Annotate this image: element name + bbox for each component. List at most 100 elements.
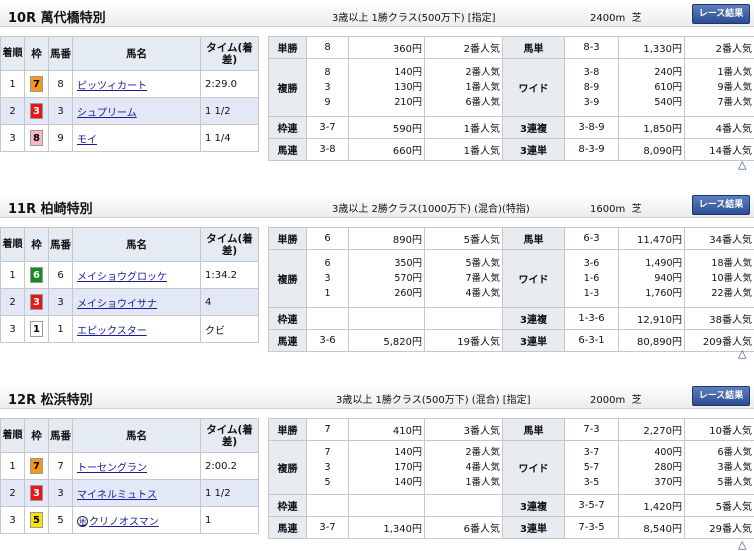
label-bracket: 枠連 — [269, 117, 307, 139]
trifecta-payout: 8,540円 — [619, 517, 685, 539]
result-row: 233マイネルミュトス1 1/2 — [1, 480, 259, 507]
label-trifecta: 3連単 — [503, 517, 565, 539]
wide-combos: 3-8 8-9 3-9 — [565, 59, 619, 117]
gate-badge: 7 — [30, 458, 43, 474]
uma-cell: 1 — [49, 316, 73, 343]
bracket-combo — [307, 308, 349, 330]
horse-name-link[interactable]: メイショウイサナ — [77, 299, 157, 310]
payout-row-bracket-trio: 枠連 3-7 590円 1番人気 3連複 3-8-9 1,850円 4番人気 — [269, 117, 754, 139]
race-title: 10R 萬代橋特別 — [8, 7, 106, 26]
wide-combos: 3-6 1-6 1-3 — [565, 250, 619, 308]
quinella-popularity: 1番人気 — [425, 139, 503, 161]
quinella-combo: 3-6 — [307, 330, 349, 352]
exacta-combo: 6-3 — [565, 228, 619, 250]
wide-popularity: 6番人気 3番人気 5番人気 — [685, 441, 754, 495]
place-payouts: 140円 170円 140円 — [349, 441, 425, 495]
quinella-combo: 3-8 — [307, 139, 349, 161]
win-payout: 360円 — [349, 37, 425, 59]
label-win: 単勝 — [269, 37, 307, 59]
label-exacta: 馬単 — [503, 228, 565, 250]
rank-cell: 3 — [1, 316, 25, 343]
horse-name-link[interactable]: エピックスター — [77, 326, 147, 337]
quinella-payout: 660円 — [349, 139, 425, 161]
uma-cell: 6 — [49, 262, 73, 289]
horse-name-link[interactable]: マイネルミュトス — [77, 490, 157, 501]
horse-name-link[interactable]: トーセングラン — [77, 463, 147, 474]
result-row: 389モイ1 1/4 — [1, 125, 259, 152]
time-cell: 1:34.2 — [201, 262, 259, 289]
uma-cell: 3 — [49, 480, 73, 507]
label-place: 複勝 — [269, 441, 307, 495]
horse-name-cell: メイショウグロッケ — [73, 262, 201, 289]
payout-row-win-exacta: 単勝 8 360円 2番人気 馬単 8-3 1,330円 2番人気 — [269, 37, 754, 59]
race-title: 11R 柏崎特別 — [8, 198, 93, 217]
horse-name-link[interactable]: シュプリーム — [77, 108, 137, 119]
horse-name-link[interactable]: クリノオスマン — [89, 517, 159, 528]
trio-payout: 12,910円 — [619, 308, 685, 330]
place-popularity: 2番人気 4番人気 1番人気 — [425, 441, 503, 495]
place-popularity: 5番人気 7番人気 4番人気 — [425, 250, 503, 308]
label-trio: 3連複 — [503, 117, 565, 139]
wide-payouts: 1,490円 940円 1,760円 — [619, 250, 685, 308]
exacta-payout: 11,470円 — [619, 228, 685, 250]
race-results-button[interactable]: レース結果 — [692, 195, 750, 215]
label-win: 単勝 — [269, 419, 307, 441]
time-cell: 2:00.2 — [201, 453, 259, 480]
race-title: 12R 松浜特別 — [8, 389, 93, 408]
label-win: 単勝 — [269, 228, 307, 250]
header-chaku: 着順 — [1, 37, 25, 71]
exacta-popularity: 34番人気 — [685, 228, 754, 250]
gate-badge: 1 — [30, 321, 43, 337]
place-popularity: 2番人気 1番人気 6番人気 — [425, 59, 503, 117]
trifecta-payout: 80,890円 — [619, 330, 685, 352]
label-wide: ワイド — [503, 441, 565, 495]
result-header-row: 着順 枠 馬番 馬名 タイム(着差) — [1, 37, 259, 71]
gate-badge: 3 — [30, 294, 43, 310]
page-top-icon[interactable]: △ — [738, 538, 746, 551]
horse-name-cell: ピッツィカート — [73, 71, 201, 98]
page-top-icon[interactable]: △ — [738, 347, 746, 360]
place-combos: 6 3 1 — [307, 250, 349, 308]
bracket-popularity: 1番人気 — [425, 117, 503, 139]
result-row: 166メイショウグロッケ1:34.2 — [1, 262, 259, 289]
waku-cell: 5 — [25, 507, 49, 534]
horse-name-cell: 地クリノオスマン — [73, 507, 201, 534]
place-payouts: 140円 130円 210円 — [349, 59, 425, 117]
local-horse-icon: 地 — [77, 516, 88, 527]
rank-cell: 1 — [1, 453, 25, 480]
race-results-button[interactable]: レース結果 — [692, 4, 750, 24]
win-popularity: 5番人気 — [425, 228, 503, 250]
payout-table: 単勝 6 890円 5番人気 馬単 6-3 11,470円 34番人気 複勝 6… — [268, 227, 754, 352]
result-row: 233メイショウイサナ4 — [1, 289, 259, 316]
result-row: 233シュプリーム1 1/2 — [1, 98, 259, 125]
quinella-payout: 1,340円 — [349, 517, 425, 539]
race-distance: 2000m 芝 — [590, 391, 642, 406]
waku-cell: 3 — [25, 480, 49, 507]
gate-badge: 3 — [30, 485, 43, 501]
payout-row-bracket-trio: 枠連 3連複 3-5-7 1,420円 5番人気 — [269, 495, 754, 517]
wide-combos: 3-7 5-7 3-5 — [565, 441, 619, 495]
horse-name-link[interactable]: メイショウグロッケ — [77, 272, 167, 283]
gate-badge: 8 — [30, 130, 43, 146]
waku-cell: 8 — [25, 125, 49, 152]
rank-cell: 2 — [1, 289, 25, 316]
horse-name-link[interactable]: ピッツィカート — [77, 81, 147, 92]
horse-name-cell: エピックスター — [73, 316, 201, 343]
race-distance: 2400m 芝 — [590, 9, 642, 24]
page-top-icon[interactable]: △ — [738, 158, 746, 171]
trifecta-popularity: 29番人気 — [685, 517, 754, 539]
trio-payout: 1,850円 — [619, 117, 685, 139]
race-condition: 3歳以上 2勝クラス(1000万下) (混合)(特指) — [332, 200, 530, 215]
horse-name-link[interactable]: モイ — [77, 135, 97, 146]
race-results-button[interactable]: レース結果 — [692, 386, 750, 406]
rank-cell: 2 — [1, 480, 25, 507]
trio-combo: 3-8-9 — [565, 117, 619, 139]
result-table: 着順 枠 馬番 馬名 タイム(着差) 178ピッツィカート2:29.0233シュ… — [0, 36, 259, 152]
rank-cell: 2 — [1, 98, 25, 125]
horse-name-cell: トーセングラン — [73, 453, 201, 480]
header-chaku: 着順 — [1, 228, 25, 262]
result-row: 177トーセングラン2:00.2 — [1, 453, 259, 480]
result-header-row: 着順 枠 馬番 馬名 タイム(着差) — [1, 228, 259, 262]
trifecta-combo: 7-3-5 — [565, 517, 619, 539]
exacta-combo: 7-3 — [565, 419, 619, 441]
